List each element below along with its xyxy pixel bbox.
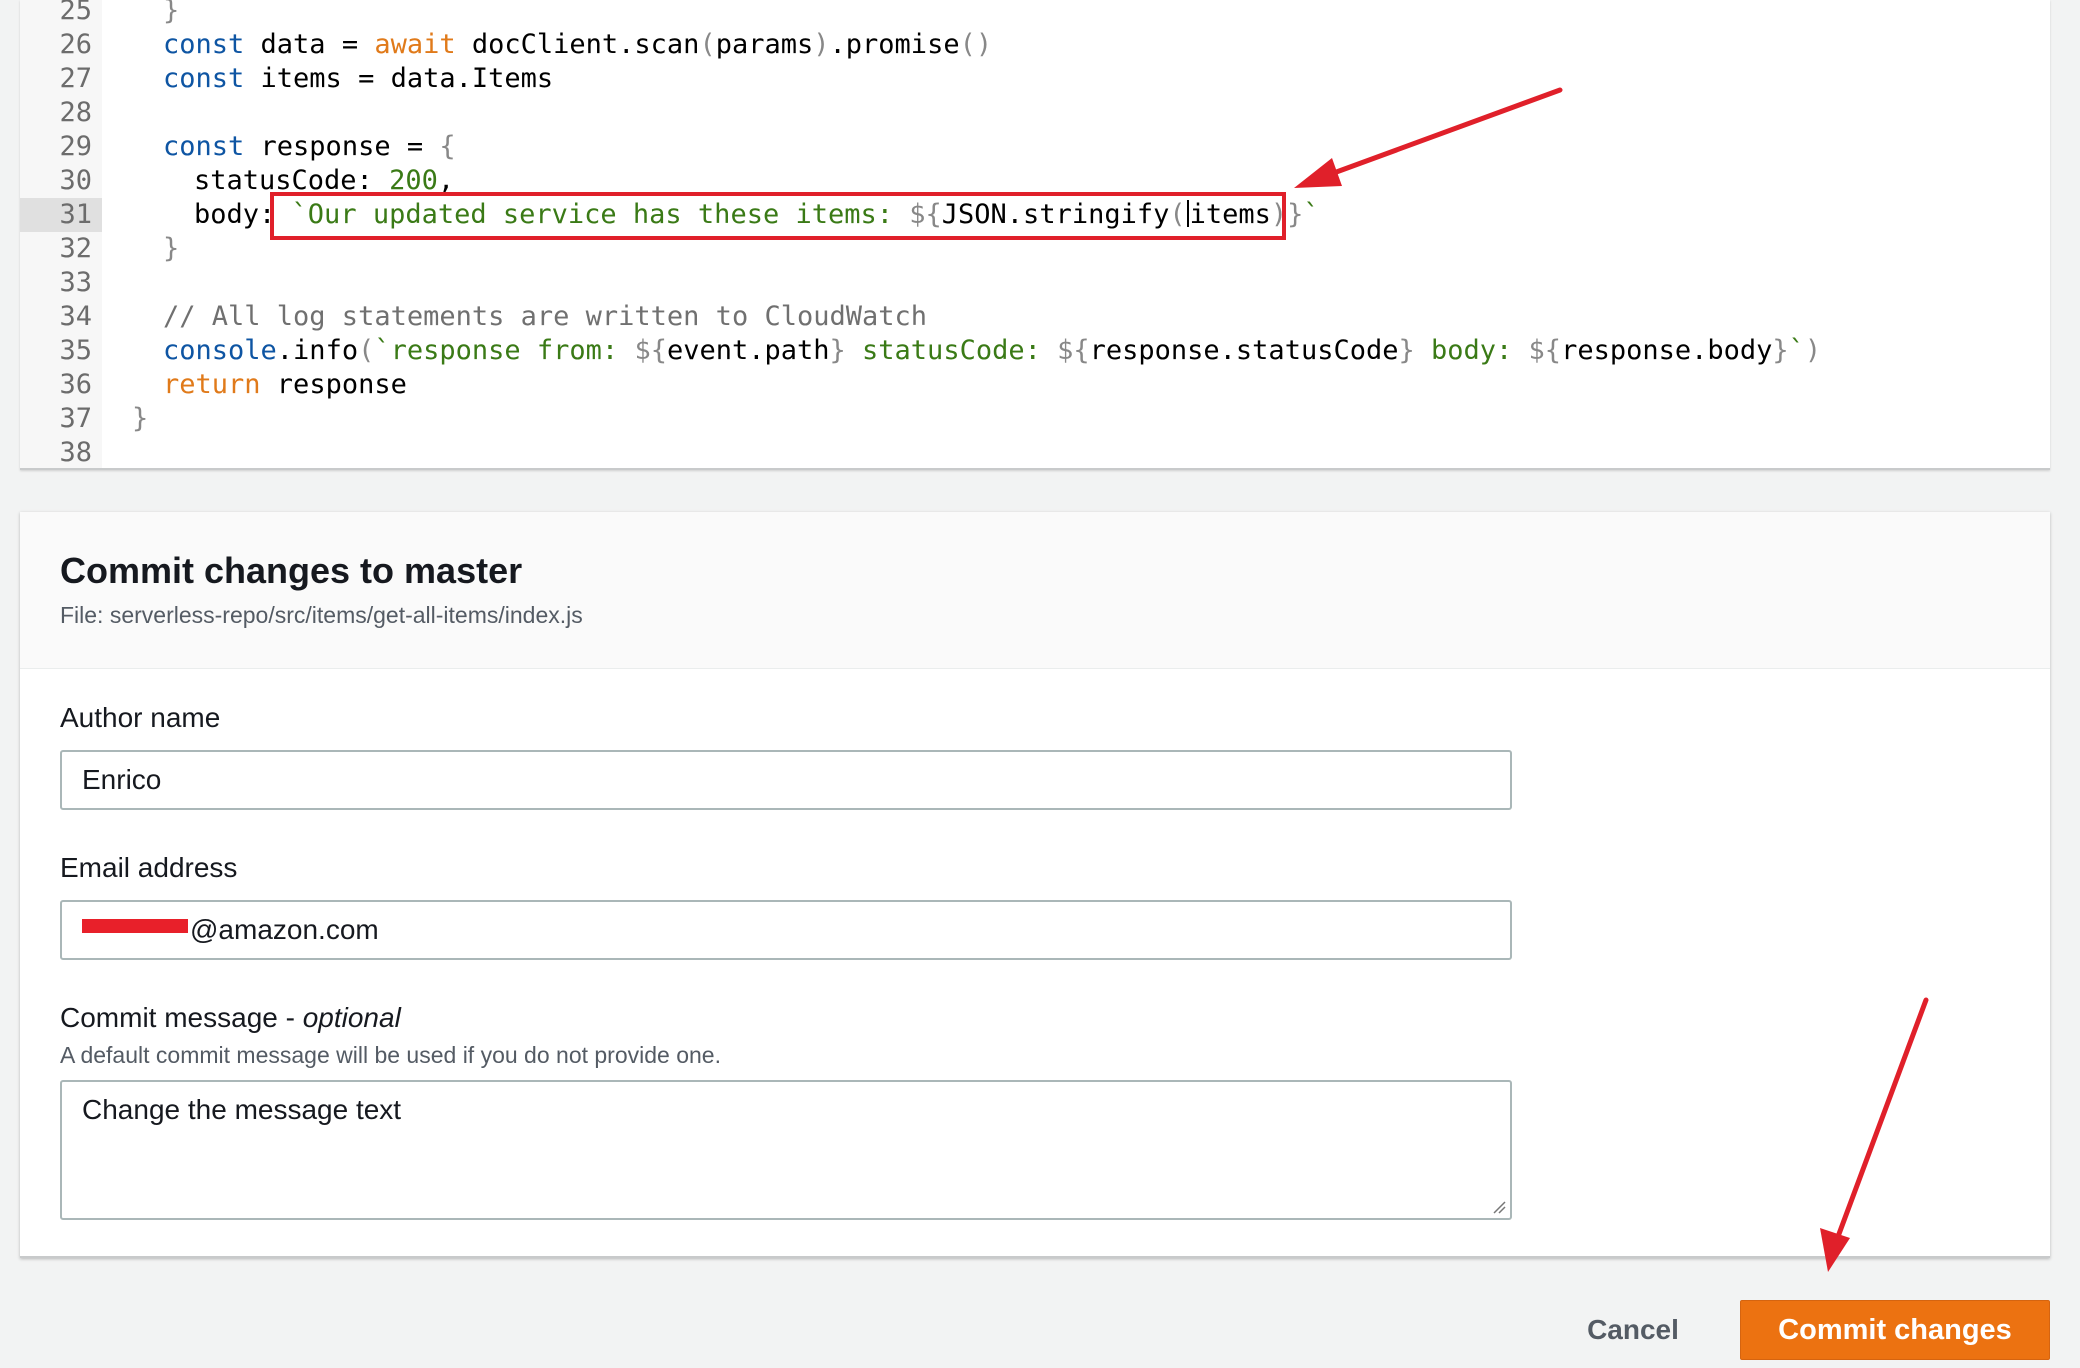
line-number: 34 [59, 301, 92, 332]
commit-message-description: A default commit message will be used if… [60, 1042, 721, 1068]
text-cursor [1186, 200, 1189, 227]
line-number: 36 [59, 369, 92, 400]
commit-message-textarea[interactable]: Change the message text [60, 1080, 1512, 1220]
commit-panel-header: Commit changes to master File: serverles… [20, 512, 2050, 669]
line-number: 29 [59, 131, 92, 162]
code-line: 27 const items = data.Items [59, 63, 554, 94]
email-address-label: Email address [60, 852, 238, 883]
code-line: 35 console.info(`response from: ${event.… [59, 335, 1822, 366]
code-line: 34 // All log statements are written to … [59, 301, 928, 332]
line-number: 25 [59, 0, 92, 26]
author-name-label: Author name [60, 702, 221, 733]
code-line: 30 statusCode: 200, [59, 165, 455, 196]
code-editor[interactable]: 25 } 26 const data = await docClient.sca… [20, 0, 2050, 470]
code-line: 38 [20, 436, 2050, 468]
code-line: 37 } [59, 403, 149, 434]
line-number: 30 [59, 165, 92, 196]
page-title: Commit changes to master [60, 550, 523, 591]
code-line: 26 const data = await docClient.scan(par… [59, 29, 993, 60]
code-line: 29 const response = { [59, 131, 456, 162]
line-number: 32 [59, 233, 92, 264]
code-line: 32 } [59, 233, 180, 264]
line-number: 38 [59, 437, 92, 468]
commit-panel: Commit changes to master File: serverles… [20, 512, 2050, 1258]
commit-message-label: Commit message - optional [60, 1002, 401, 1033]
line-number: 26 [59, 29, 92, 60]
code-line-active: 31 body: `Our updated service has these … [20, 198, 2050, 232]
cancel-button[interactable]: Cancel [1558, 1302, 1708, 1358]
code-line: 36 return response [59, 369, 407, 400]
line-number: 27 [59, 63, 92, 94]
code-line: 33 [20, 266, 2050, 300]
email-address-input[interactable]: @amazon.com [60, 900, 1512, 960]
line-number: 33 [59, 267, 92, 298]
author-name-input[interactable]: Enrico [60, 750, 1512, 810]
line-number: 31 [59, 199, 92, 230]
commit-changes-button[interactable]: Commit changes [1740, 1300, 2050, 1360]
line-number: 37 [59, 403, 92, 434]
file-path-label: File: serverless-repo/src/items/get-all-… [60, 602, 583, 628]
line-number: 35 [59, 335, 92, 366]
resize-grip-icon[interactable] [1492, 1200, 1506, 1214]
code-line: 25 } [20, 0, 2050, 28]
code-line: 28 [20, 96, 2050, 130]
line-number: 28 [59, 97, 92, 128]
redaction-mark [82, 919, 188, 933]
